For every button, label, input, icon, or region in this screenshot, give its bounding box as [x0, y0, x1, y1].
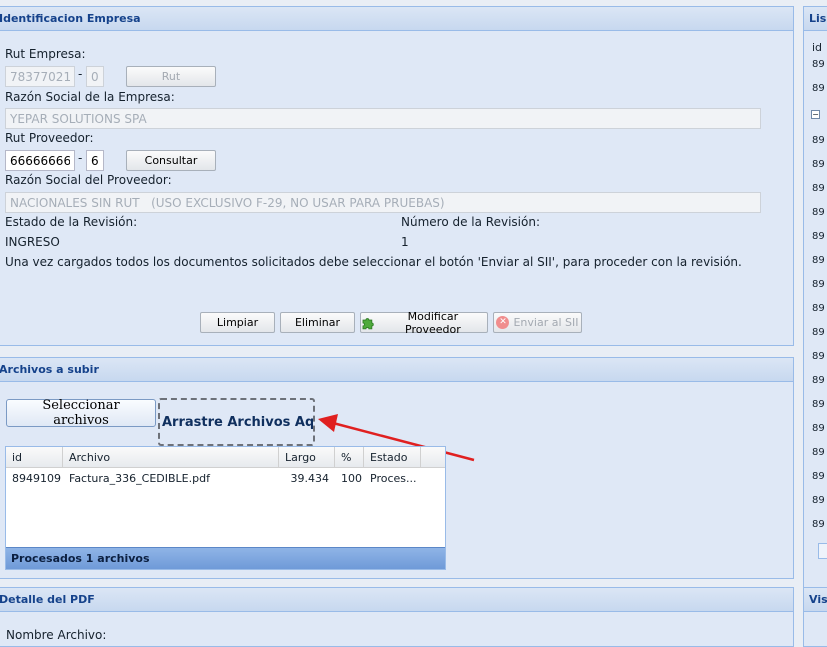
instructions-text: Una vez cargados todos los documentos so…: [5, 255, 742, 269]
col-estado[interactable]: Estado: [364, 447, 421, 468]
list-item[interactable]: 89: [812, 183, 825, 194]
list-item[interactable]: 89: [812, 135, 825, 146]
limpiar-button[interactable]: Limpiar: [200, 312, 275, 333]
detalle-panel-title: Detalle del PDF: [0, 588, 793, 612]
limpiar-label: Limpiar: [216, 316, 259, 329]
rut-empresa-label: Rut Empresa:: [5, 47, 86, 61]
row-id: 8949109: [12, 472, 61, 485]
rut-button[interactable]: Rut: [126, 66, 216, 87]
col-largo[interactable]: Largo: [279, 447, 335, 468]
list-item[interactable]: 89: [812, 83, 825, 94]
nombre-archivo-label: Nombre Archivo:: [6, 628, 107, 642]
consultar-button[interactable]: Consultar: [126, 150, 216, 171]
right-col-id: id: [812, 41, 823, 54]
table-row[interactable]: 8949109 Factura_336_CEDIBLE.pdf 39.434 1…: [6, 468, 445, 489]
rut-proveedor-dv-input[interactable]: [86, 150, 104, 171]
list-item[interactable]: 89: [812, 375, 825, 386]
rut-empresa-dv-input[interactable]: [86, 66, 104, 87]
list-item[interactable]: 89: [812, 279, 825, 290]
col-pct[interactable]: %: [335, 447, 364, 468]
list-item[interactable]: 89: [812, 231, 825, 242]
rut-empresa-input[interactable]: [5, 66, 75, 87]
archivos-panel-title: Archivos a subir: [0, 358, 793, 382]
list-item[interactable]: 89: [812, 255, 825, 266]
seleccionar-archivos-button[interactable]: Seleccionar archivos: [6, 398, 156, 428]
list-item[interactable]: 89: [812, 423, 825, 434]
list-item[interactable]: 89: [812, 207, 825, 218]
rut-proveedor-input[interactable]: [5, 150, 75, 171]
files-grid-footer: Procesados 1 archivos: [6, 547, 445, 569]
dropzone-text: Arrastre Archivos Aquí: [162, 414, 315, 430]
row-estado: Proces...: [370, 472, 417, 485]
numero-value: 1: [401, 235, 409, 249]
razon-proveedor-label: Razón Social del Proveedor:: [5, 173, 172, 187]
visor-panel: Vis: [803, 587, 827, 647]
right-list-title: Lis: [804, 7, 827, 31]
list-item[interactable]: 89: [812, 471, 825, 482]
collapse-icon[interactable]: −: [811, 110, 820, 119]
detalle-panel: Detalle del PDF Nombre Archivo:: [0, 587, 794, 647]
list-item[interactable]: 89: [812, 159, 825, 170]
row-pct: 100: [341, 472, 362, 485]
row-largo: 39.434: [290, 472, 330, 485]
list-item[interactable]: 89: [812, 495, 825, 506]
estado-label: Estado de la Revisión:: [5, 215, 138, 229]
rut-proveedor-label: Rut Proveedor:: [5, 131, 94, 145]
empresa-panel-title: Identificacion Empresa: [0, 7, 793, 31]
right-list-panel: Lis id 89 89 89 89 89 89 89 89 89 89 89 89 89 89 89 89 8…: [803, 6, 827, 636]
razon-proveedor-input[interactable]: [5, 192, 761, 213]
cancel-icon: ✕: [496, 316, 510, 329]
estado-value: INGRESO: [5, 235, 60, 249]
list-item[interactable]: 89: [812, 519, 825, 530]
refresh-icon[interactable]: [818, 543, 827, 559]
rut-empresa-dash: -: [78, 67, 83, 81]
modificar-label: Modificar Proveedor: [405, 309, 461, 336]
eliminar-button[interactable]: Eliminar: [280, 312, 355, 333]
rut-proveedor-dash: -: [78, 151, 83, 165]
dropzone[interactable]: Arrastre Archivos Aquí: [158, 398, 315, 446]
razon-empresa-label: Razón Social de la Empresa:: [5, 90, 175, 104]
col-id[interactable]: id: [6, 447, 63, 468]
list-item[interactable]: 89: [812, 59, 825, 70]
modificar-proveedor-button[interactable]: Modificar Proveedor: [360, 309, 488, 336]
visor-title: Vis: [804, 588, 827, 612]
razon-empresa-input[interactable]: [5, 108, 761, 129]
list-item[interactable]: 89: [812, 351, 825, 362]
files-grid-header: id Archivo Largo % Estado: [6, 447, 445, 468]
list-item[interactable]: 89: [812, 447, 825, 458]
list-item[interactable]: 89: [812, 303, 825, 314]
col-archivo[interactable]: Archivo: [63, 447, 279, 468]
numero-label: Número de la Revisión:: [401, 215, 540, 229]
files-grid: id Archivo Largo % Estado 8949109 Factur…: [5, 446, 446, 570]
eliminar-label: Eliminar: [294, 316, 341, 329]
list-item[interactable]: 89: [812, 327, 825, 338]
puzzle-icon: [362, 317, 374, 329]
enviar-sii-button[interactable]: ✕ Enviar al SII: [493, 312, 582, 333]
list-item[interactable]: 89: [812, 399, 825, 410]
row-archivo: Factura_336_CEDIBLE.pdf: [69, 472, 210, 485]
enviar-label: Enviar al SII: [513, 316, 579, 329]
